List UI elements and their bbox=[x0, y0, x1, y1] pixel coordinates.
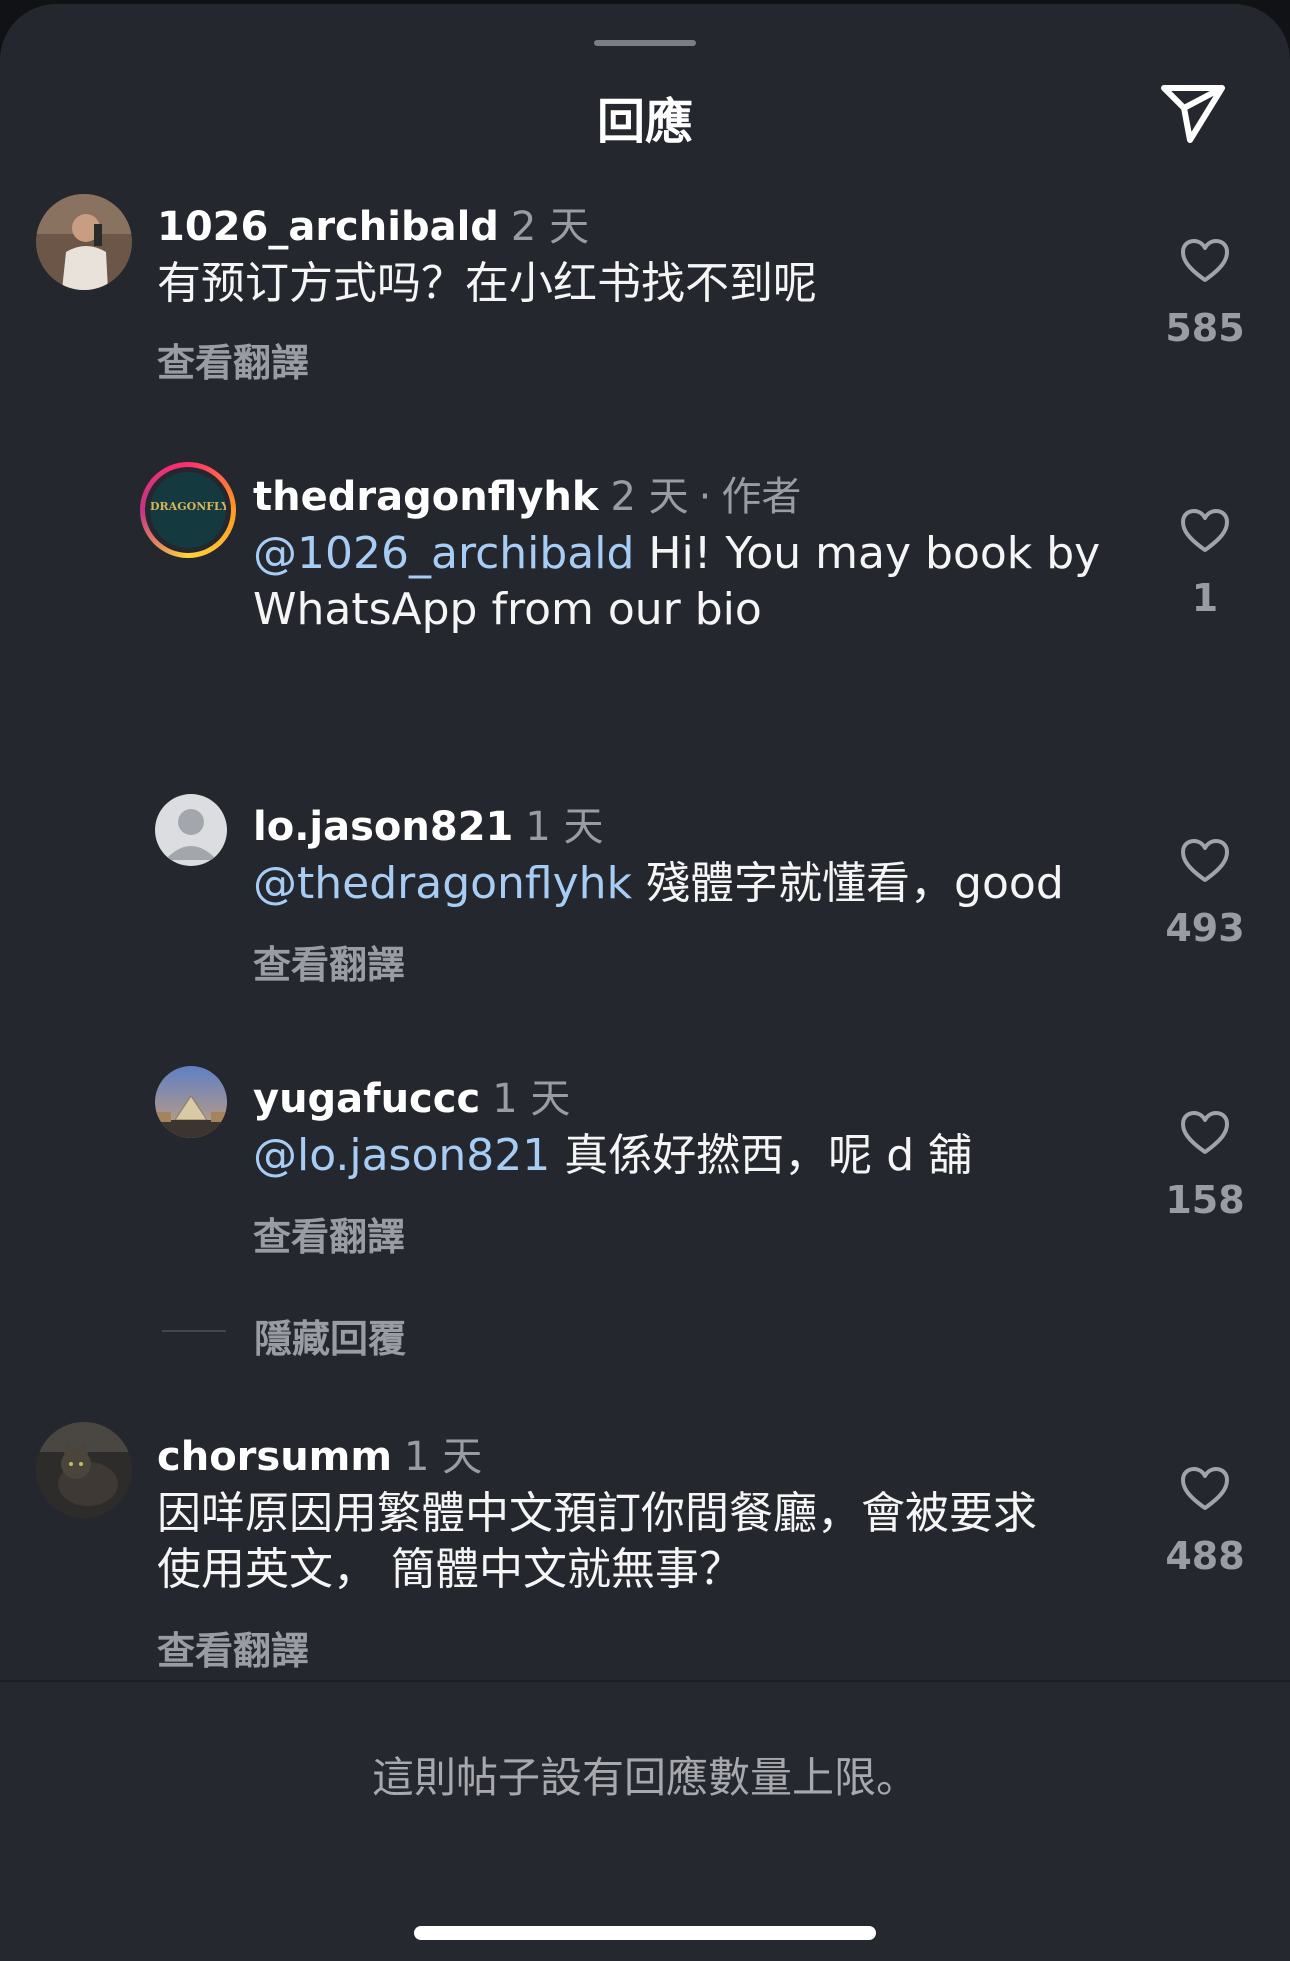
comment-text: 有预订方式吗？在小红书找不到呢 bbox=[157, 258, 817, 309]
hide-replies-button[interactable]: 隱藏回覆 bbox=[254, 1308, 406, 1363]
heart-outline-icon bbox=[1181, 509, 1229, 552]
username[interactable]: 1026_archibald bbox=[157, 204, 499, 250]
comment-text-line2: WhatsApp from our bio bbox=[253, 584, 762, 635]
heart-outline-icon bbox=[1181, 1467, 1229, 1510]
avatar[interactable] bbox=[36, 194, 132, 290]
mention-link[interactable]: @thedragonflyhk bbox=[253, 858, 632, 909]
heart-outline-icon bbox=[1181, 239, 1229, 282]
hide-replies-line bbox=[162, 1330, 226, 1332]
timestamp: 1 天 bbox=[492, 1076, 571, 1122]
timestamp: 1 天 bbox=[404, 1434, 483, 1480]
comment-text: @lo.jason821 真係好撚西，呢 d 舖 bbox=[253, 1128, 972, 1184]
comment-text-line1: Hi! You may book by bbox=[634, 528, 1101, 579]
username[interactable]: yugafuccc bbox=[253, 1076, 480, 1122]
comment-meta: lo.jason821 1 天 bbox=[253, 794, 604, 852]
heart-outline-icon bbox=[1181, 839, 1229, 882]
comment-text: 因咩原因用繁體中文預訂你間餐廳，會被要求 使用英文， 簡體中文就無事？ bbox=[157, 1486, 1037, 1598]
avatar[interactable] bbox=[155, 1066, 227, 1138]
avatar[interactable] bbox=[36, 1422, 132, 1518]
like-button[interactable]: 1 bbox=[1150, 508, 1260, 620]
like-button[interactable]: 158 bbox=[1150, 1110, 1260, 1222]
comment-meta: chorsumm 1 天 bbox=[157, 1424, 482, 1482]
comment-text-body: 殘體字就懂看，good bbox=[632, 858, 1064, 909]
username[interactable]: chorsumm bbox=[157, 1434, 392, 1480]
comment-text-body: 真係好撚西，呢 d 舖 bbox=[550, 1130, 973, 1181]
see-translation-button[interactable]: 查看翻譯 bbox=[253, 1206, 405, 1261]
timestamp: 2 天 bbox=[510, 204, 590, 250]
home-indicator[interactable] bbox=[414, 1926, 876, 1940]
like-count: 1 bbox=[1191, 576, 1219, 620]
comment-meta: thedragonflyhk 2 天 · 作者 bbox=[253, 464, 801, 522]
separator: · bbox=[698, 474, 712, 520]
username[interactable]: lo.jason821 bbox=[253, 804, 513, 850]
comment-limit-note: 這則帖子設有回應數量上限。 bbox=[371, 1753, 918, 1802]
like-button[interactable]: 585 bbox=[1150, 238, 1260, 350]
username[interactable]: thedragonflyhk bbox=[253, 474, 598, 520]
author-tag: 作者 bbox=[721, 474, 802, 520]
timestamp: 2 天 bbox=[610, 474, 689, 520]
heart-outline-icon bbox=[1181, 1111, 1229, 1154]
comments-sheet: 回應 1026_archibald 2 天 有预订方式吗？在小红书找不到呢 查看翻… bbox=[0, 4, 1290, 1961]
mention-link[interactable]: @lo.jason821 bbox=[253, 1130, 550, 1181]
see-translation-button[interactable]: 查看翻譯 bbox=[253, 934, 405, 989]
like-count: 493 bbox=[1165, 906, 1245, 950]
timestamp: 1 天 bbox=[525, 804, 604, 850]
comment-text: @thedragonflyhk 殘體字就懂看，good bbox=[253, 856, 1064, 912]
like-count: 585 bbox=[1165, 306, 1245, 350]
avatar[interactable] bbox=[155, 794, 227, 866]
comment-meta: 1026_archibald 2 天 bbox=[157, 194, 589, 252]
like-button[interactable]: 493 bbox=[1150, 838, 1260, 950]
comment-text-line1: 因咩原因用繁體中文預訂你間餐廳，會被要求 bbox=[157, 1488, 1037, 1539]
like-count: 488 bbox=[1165, 1534, 1245, 1578]
comment-text-line2: 使用英文， 簡體中文就無事？ bbox=[157, 1544, 743, 1595]
comment-text: @1026_archibald Hi! You may book by What… bbox=[253, 526, 1100, 638]
see-translation-button[interactable]: 查看翻譯 bbox=[157, 332, 309, 387]
paper-plane-icon[interactable] bbox=[1160, 82, 1226, 144]
comments-footer bbox=[0, 1680, 1290, 1961]
sheet-title: 回應 bbox=[596, 94, 693, 150]
see-translation-button[interactable]: 查看翻譯 bbox=[157, 1620, 309, 1675]
mention-link[interactable]: @1026_archibald bbox=[253, 528, 634, 579]
comment-meta: yugafuccc 1 天 bbox=[253, 1066, 570, 1124]
avatar[interactable]: DRAGONFLY bbox=[140, 462, 236, 558]
like-button[interactable]: 488 bbox=[1150, 1466, 1260, 1578]
like-count: 158 bbox=[1165, 1178, 1245, 1222]
sheet-grabber[interactable] bbox=[594, 40, 696, 46]
avatar-logo-text: DRAGONFLY bbox=[150, 500, 226, 513]
